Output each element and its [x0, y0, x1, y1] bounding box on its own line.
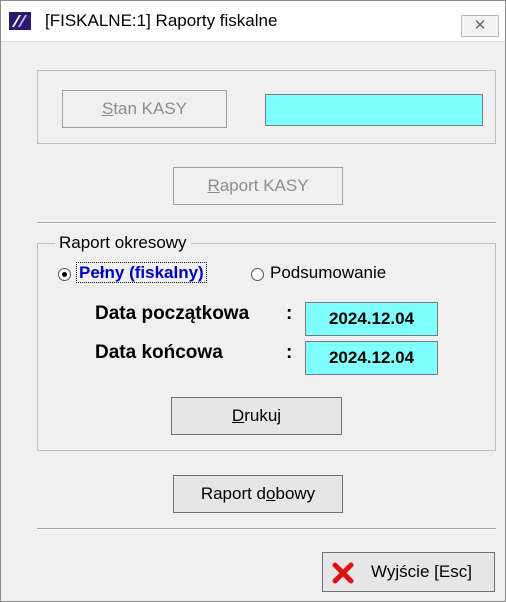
stan-kasy-label-post: tan KASY [113, 99, 188, 118]
radio-pelny-label[interactable]: Pełny (fiskalny) [76, 262, 207, 283]
raport-dobowy-label-post: bowy [275, 484, 316, 503]
dialog-body: Stan KASY Raport KASY Raport okresowy Pe… [1, 42, 505, 601]
exit-button[interactable]: Wyjście [Esc] [322, 552, 495, 592]
raport-dobowy-label-pre: Raport d [200, 484, 267, 503]
raporty-fiskalne-window: [FISKALNE:1] Raporty fiskalne ✕ Stan KAS… [0, 0, 506, 602]
radio-pelny-text: Pełny (fiskalny) [76, 262, 207, 283]
start-date-colon: : [286, 303, 293, 324]
raport-dobowy-button[interactable]: Raport dobowy [173, 475, 343, 513]
stan-kasy-hotkey: S [101, 99, 114, 118]
raport-kasy-button[interactable]: Raport KASY [173, 167, 343, 205]
end-date-colon: : [286, 342, 293, 363]
raport-okresowy-legend: Raport okresowy [55, 233, 191, 253]
drukuj-label-post: rukuj [244, 406, 282, 425]
end-date-label: Data końcowa [95, 342, 223, 363]
start-date-field[interactable]: 2024.12.04 [305, 302, 438, 336]
radio-selected-dot [62, 272, 67, 277]
radio-podsumowanie[interactable] [251, 268, 264, 281]
separator-bottom [37, 528, 496, 530]
radio-podsumowanie-label[interactable]: Podsumowanie [270, 263, 386, 283]
radio-pelny[interactable] [58, 268, 71, 281]
separator-top [37, 222, 496, 224]
window-title: [FISKALNE:1] Raporty fiskalne [45, 11, 278, 30]
stan-kasy-display [265, 94, 483, 126]
close-button[interactable]: ✕ [461, 15, 499, 37]
raport-kasy-label-post: aport KASY [219, 176, 309, 195]
x-mark-icon [332, 562, 354, 584]
end-date-field[interactable]: 2024.12.04 [305, 341, 438, 375]
drukuj-hotkey: D [231, 406, 245, 425]
stan-kasy-button[interactable]: Stan KASY [62, 90, 227, 128]
raport-kasy-hotkey: R [207, 176, 220, 195]
close-icon: ✕ [473, 17, 487, 34]
title-bar[interactable]: [FISKALNE:1] Raporty fiskalne ✕ [1, 1, 505, 42]
start-date-label: Data początkowa [95, 303, 250, 324]
app-icon [9, 12, 31, 30]
exit-label: Wyjście [Esc] [371, 562, 472, 581]
drukuj-button[interactable]: Drukuj [171, 397, 342, 435]
